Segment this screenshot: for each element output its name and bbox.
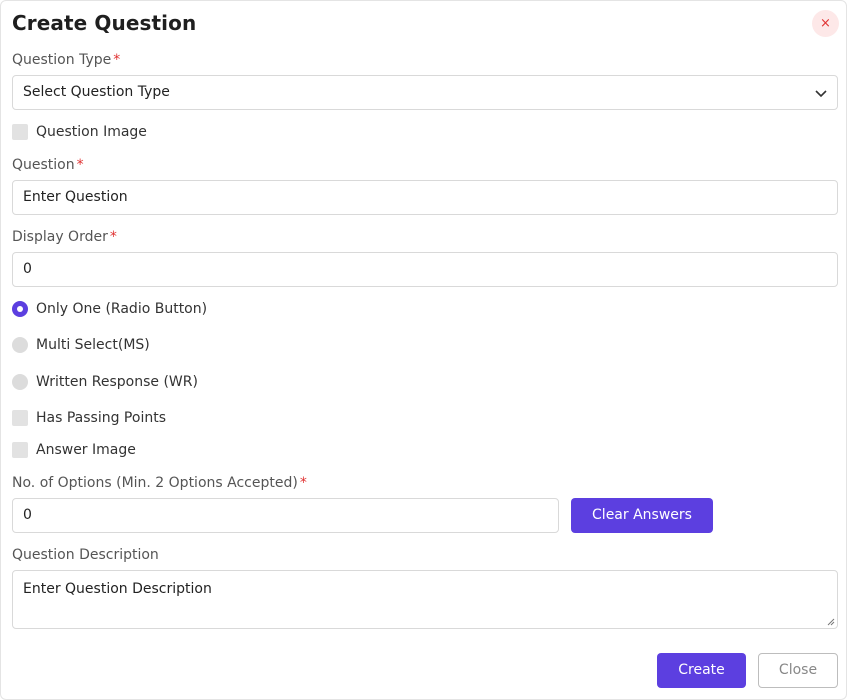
question-image-checkbox-row[interactable]: Question Image — [12, 123, 147, 141]
required-mark: * — [299, 475, 307, 491]
question-image-checkbox[interactable] — [12, 124, 28, 140]
radio-unselected[interactable] — [12, 374, 28, 390]
question-type-value: Select Question Type — [23, 84, 170, 100]
has-passing-points-checkbox[interactable] — [12, 410, 28, 426]
options-count-value: 0 — [23, 507, 32, 523]
question-placeholder: Enter Question — [23, 189, 128, 205]
close-button[interactable]: Close — [758, 653, 838, 688]
required-mark: * — [109, 229, 117, 245]
radio-written-response[interactable]: Written Response (WR) — [12, 373, 198, 391]
create-question-dialog: Create Question × Question Type * Select … — [0, 0, 847, 700]
radio-multi-select[interactable]: Multi Select(MS) — [12, 336, 150, 354]
question-label: Question * — [12, 157, 84, 173]
radio-label: Multi Select(MS) — [36, 337, 150, 353]
close-icon[interactable]: × — [812, 10, 839, 37]
description-placeholder: Enter Question Description — [23, 581, 212, 597]
question-type-select[interactable]: Select Question Type — [12, 75, 838, 110]
chevron-down-icon — [815, 90, 827, 98]
radio-label: Only One (Radio Button) — [36, 301, 208, 317]
radio-unselected[interactable] — [12, 337, 28, 353]
display-order-input[interactable]: 0 — [12, 252, 838, 287]
answer-image-label: Answer Image — [36, 442, 136, 458]
required-mark: * — [76, 157, 84, 173]
display-order-label-text: Display Order — [12, 229, 108, 245]
display-order-value: 0 — [23, 261, 32, 277]
answer-image-checkbox[interactable] — [12, 442, 28, 458]
question-label-text: Question — [12, 157, 75, 173]
answer-image-row[interactable]: Answer Image — [12, 441, 136, 459]
options-label: No. of Options (Min. 2 Options Accepted)… — [12, 475, 307, 491]
clear-answers-button[interactable]: Clear Answers — [571, 498, 713, 533]
description-label: Question Description — [12, 547, 159, 563]
radio-only-one[interactable]: Only One (Radio Button) — [12, 300, 207, 318]
dialog-title: Create Question — [12, 11, 197, 35]
display-order-label: Display Order * — [12, 229, 117, 245]
options-label-text: No. of Options (Min. 2 Options Accepted) — [12, 475, 298, 491]
question-input[interactable]: Enter Question — [12, 180, 838, 215]
question-image-label: Question Image — [36, 124, 147, 140]
close-glyph: × — [820, 16, 831, 31]
create-button[interactable]: Create — [657, 653, 746, 688]
options-count-input[interactable]: 0 — [12, 498, 559, 533]
radio-label: Written Response (WR) — [36, 374, 198, 390]
required-mark: * — [113, 52, 121, 68]
question-type-label: Question Type * — [12, 52, 120, 68]
question-type-label-text: Question Type — [12, 52, 112, 68]
has-passing-points-label: Has Passing Points — [36, 410, 166, 426]
has-passing-points-row[interactable]: Has Passing Points — [12, 409, 166, 427]
resize-handle-icon[interactable] — [827, 618, 835, 626]
description-textarea[interactable]: Enter Question Description — [12, 570, 838, 629]
radio-selected[interactable] — [12, 301, 28, 317]
